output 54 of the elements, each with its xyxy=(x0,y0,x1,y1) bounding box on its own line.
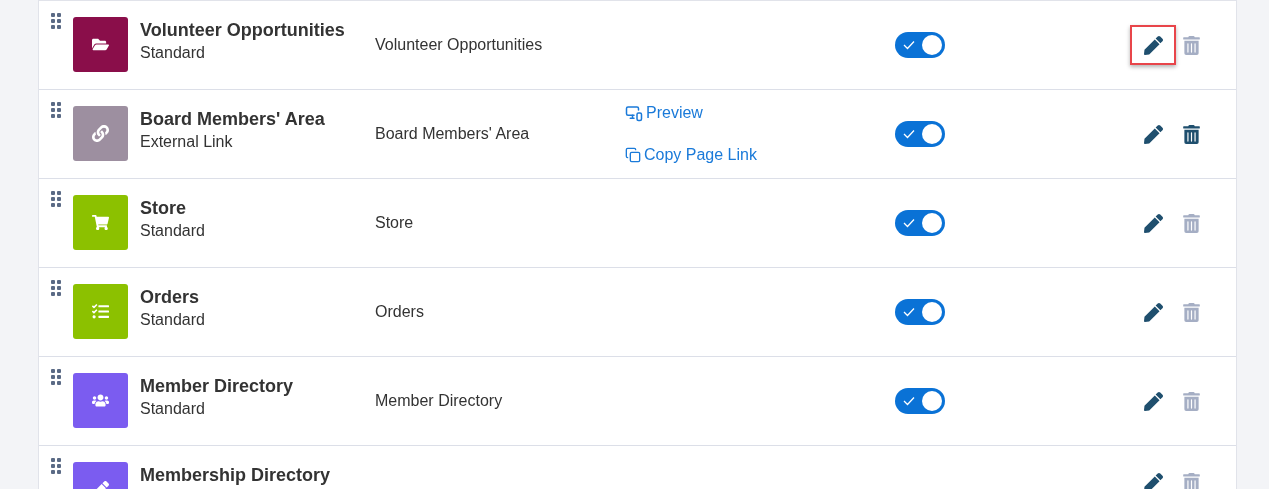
page-type: Standard xyxy=(140,311,205,329)
check-icon xyxy=(903,396,915,406)
visibility-toggle[interactable] xyxy=(895,32,945,58)
copy-link[interactable]: Copy Page Link xyxy=(625,146,757,164)
page-title: Volunteer Opportunities xyxy=(140,20,345,41)
visibility-toggle[interactable] xyxy=(895,299,945,325)
page-type: External Link xyxy=(140,133,234,151)
page-title: Board Members' Area xyxy=(140,109,325,130)
pencil-icon xyxy=(1143,472,1163,489)
trash-icon xyxy=(1181,391,1201,411)
page-name: Orders xyxy=(375,303,424,321)
drag-handle-icon[interactable] xyxy=(51,102,61,118)
page-name: Member Directory xyxy=(375,392,503,410)
copy-icon xyxy=(625,147,641,163)
trash-icon xyxy=(1181,213,1201,233)
page-name: Store xyxy=(375,214,414,232)
pencil-icon xyxy=(1143,35,1163,55)
page-type: Standard xyxy=(140,400,206,418)
pencil-icon xyxy=(1143,302,1163,322)
pencil-icon xyxy=(1143,391,1163,411)
checklist-icon xyxy=(92,303,109,320)
cart-icon xyxy=(92,214,109,231)
drag-handle-icon[interactable] xyxy=(51,191,61,207)
visibility-toggle[interactable] xyxy=(895,121,945,147)
page-name: Board Members' Area xyxy=(375,125,530,143)
check-icon xyxy=(903,307,915,317)
page-name: Volunteer Opportunities xyxy=(375,36,543,54)
link-icon xyxy=(92,125,109,142)
page-title: Orders xyxy=(140,287,201,308)
drag-handle-icon[interactable] xyxy=(51,13,61,29)
trash-icon xyxy=(1181,302,1201,322)
check-icon xyxy=(903,40,915,50)
users-icon xyxy=(92,392,109,409)
drag-handle-icon[interactable] xyxy=(51,458,61,474)
visibility-toggle[interactable] xyxy=(895,210,945,236)
check-icon xyxy=(903,218,915,228)
trash-icon xyxy=(1181,124,1201,144)
page-type: Standard xyxy=(140,222,205,240)
page-type: Standard xyxy=(140,44,206,62)
devices-icon xyxy=(625,104,643,122)
drag-handle-icon[interactable] xyxy=(51,280,61,296)
drag-handle-icon[interactable] xyxy=(51,369,61,385)
pencil-icon xyxy=(1143,124,1163,144)
visibility-toggle[interactable] xyxy=(895,388,945,414)
edit-button[interactable] xyxy=(1130,25,1176,65)
page-title: Store xyxy=(140,198,187,219)
check-icon xyxy=(903,129,915,139)
trash-icon xyxy=(1181,472,1201,489)
trash-icon xyxy=(1181,35,1201,55)
folder-icon xyxy=(92,36,109,53)
page-title: Membership Directory xyxy=(140,465,331,486)
page-title: Member Directory xyxy=(140,376,294,397)
preview-link[interactable]: Preview xyxy=(625,104,757,122)
pencil-icon xyxy=(1143,213,1163,233)
